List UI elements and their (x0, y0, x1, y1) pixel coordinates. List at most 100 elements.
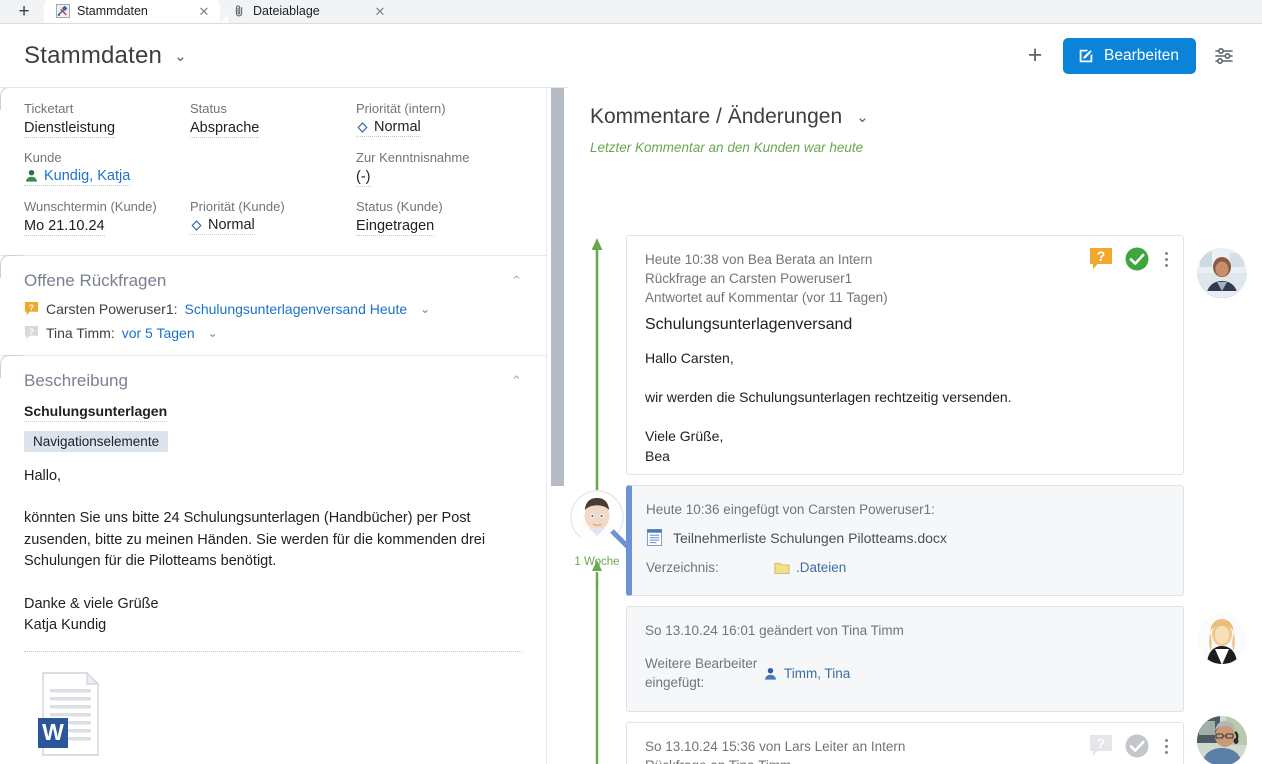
change-value-text: Timm, Tina (784, 665, 851, 681)
tab-dateiablage[interactable]: Dateiablage ✕ (220, 0, 396, 23)
diamond-icon (357, 121, 368, 133)
tools-icon (56, 4, 70, 18)
comment-content: ? So 13.10.24 15:36 von Lars Leiter an I… (627, 723, 1183, 764)
collapse-chevron-icon[interactable]: ⌃ (511, 273, 522, 289)
man-photo-avatar (1197, 716, 1247, 764)
check-circle-icon[interactable] (1124, 246, 1150, 272)
open-query-person: Tina Timm: (46, 324, 115, 341)
activity-timeline: . 1 Woche (568, 235, 634, 764)
tab-stammdaten[interactable]: Stammdaten ✕ (44, 0, 228, 23)
new-tab-button[interactable]: + (4, 0, 44, 23)
svg-text:?: ? (29, 302, 34, 312)
avatar-tina-timm[interactable] (1196, 613, 1248, 665)
avatar-lars-leiter[interactable] (1196, 715, 1248, 764)
blonde-illustration-avatar (1197, 614, 1247, 664)
change-value[interactable]: Timm, Tina (763, 654, 850, 692)
field-value[interactable]: Dienstleistung (24, 120, 116, 138)
add-button[interactable]: + (1015, 36, 1055, 76)
description-card: Beschreibung ⌃ Schulungsunterlagen Navig… (0, 354, 546, 764)
check-circle-icon[interactable] (1124, 733, 1150, 759)
field-value[interactable]: Absprache (190, 120, 260, 138)
tab-label: Stammdaten (77, 4, 148, 18)
details-scrollbar-thumb[interactable] (551, 88, 564, 486)
tab-close-icon[interactable]: ✕ (372, 3, 388, 19)
title-dropdown-caret-icon[interactable]: ⌄ (174, 47, 187, 65)
description-header: Beschreibung ⌃ (24, 356, 522, 397)
attachment-directory-row: Verzeichnis: .Dateien (646, 560, 1167, 575)
section-title: Beschreibung (24, 370, 128, 390)
comment-actions: ? (1088, 246, 1173, 272)
section-title: Offene Rückfragen (24, 270, 167, 290)
comment-content: So 13.10.24 16:01 geändert von Tina Timm… (627, 607, 1183, 708)
svg-text:W: W (42, 719, 64, 745)
comment-content: ? Heute 10:38 von Bea Berata an Intern R… (627, 236, 1183, 482)
comment-subject: Schulungsunterlagenversand (645, 316, 853, 333)
tab-close-icon[interactable]: ✕ (196, 3, 212, 19)
field-prioritaet-intern: Priorität (intern) Normal (356, 101, 522, 139)
comment-card[interactable]: ? Heute 10:38 von Bea Berata an Intern R… (626, 235, 1184, 475)
ticket-field-grid: Ticketart Dienstleistung Status Absprach… (24, 88, 522, 255)
details-scrollbar-track[interactable] (546, 88, 568, 764)
directory-link[interactable]: .Dateien (796, 560, 846, 575)
open-query-caret-icon[interactable]: ⌄ (208, 326, 218, 340)
edit-button-label: Bearbeiten (1104, 46, 1179, 64)
field-label: Status (190, 101, 227, 116)
comment-more-menu-icon[interactable] (1160, 735, 1173, 758)
comment-card-change[interactable]: So 13.10.24 16:01 geändert von Tina Timm… (626, 606, 1184, 712)
field-value[interactable]: Normal (190, 217, 255, 235)
timeline-duration-label: 1 Woche (574, 556, 620, 568)
pencil-edit-icon (1079, 49, 1093, 62)
description-body: Schulungsunterlagen Navigationselemente … (24, 403, 522, 764)
person-icon (26, 169, 37, 182)
field-label: Wunschtermin (Kunde) (24, 199, 157, 214)
open-query-link[interactable]: Schulungsunterlagenversand Heute (185, 301, 408, 317)
open-query-caret-icon[interactable]: ⌄ (420, 302, 430, 316)
open-query-link[interactable]: vor 5 Tagen (122, 325, 195, 341)
timeline-graphic: . (570, 238, 634, 764)
description-greeting: Hallo, (24, 467, 62, 484)
avatar-bea-berata[interactable] (1196, 247, 1248, 299)
main-body: Ticketart Dienstleistung Status Absprach… (0, 87, 1262, 764)
question-badge-icon[interactable]: ? (1088, 733, 1114, 759)
view-settings-button[interactable] (1204, 36, 1244, 76)
woman-photo-avatar (1197, 248, 1247, 298)
svg-text:?: ? (1097, 248, 1106, 264)
folder-icon (774, 562, 790, 574)
field-value[interactable]: Kundig, Katja (24, 167, 131, 186)
description-tag[interactable]: Navigationselemente (24, 430, 169, 452)
change-key: Weitere Bearbeiter eingefügt: (645, 656, 758, 690)
edit-button[interactable]: Bearbeiten (1063, 37, 1196, 74)
description-subject: Schulungsunterlagen (24, 403, 168, 422)
word-doc-icon: W (38, 671, 100, 756)
details-pane: Ticketart Dienstleistung Status Absprach… (0, 87, 568, 764)
comments-title: Kommentare / Änderungen (590, 105, 843, 128)
field-label: Status (Kunde) (356, 199, 443, 214)
field-prioritaet-kunde: Priorität (Kunde) Normal (190, 199, 356, 237)
description-signature: Katja Kundig (24, 617, 107, 633)
comment-card-attachment[interactable]: Heute 10:36 eingefügt von Carsten Poweru… (626, 485, 1184, 596)
comment-actions: ? (1088, 733, 1173, 759)
comment-more-menu-icon[interactable] (1160, 248, 1173, 271)
comments-dropdown-caret-icon[interactable]: ⌄ (856, 108, 869, 126)
description-attachment[interactable]: W Teilnehmerl...tteams.docx (24, 652, 522, 764)
field-ticketart: Ticketart Dienstleistung (24, 101, 190, 139)
attached-file-row[interactable]: Teilnehmerliste Schulungen Pilotteams.do… (646, 529, 1167, 546)
attached-file-name: Teilnehmerliste Schulungen Pilotteams.do… (673, 529, 947, 546)
comment-card[interactable]: ? So 13.10.24 15:36 von Lars Leiter an I… (626, 722, 1184, 764)
field-empty (190, 150, 356, 189)
field-value[interactable]: Mo 21.10.24 (24, 218, 105, 236)
comment-body-line: wir werden die Schulungsunterlagen recht… (645, 389, 1012, 405)
field-value[interactable]: Normal (356, 119, 421, 137)
open-query-row[interactable]: ? Tina Timm: vor 5 Tagen ⌄ (24, 321, 522, 355)
field-status: Status Absprache (190, 101, 356, 139)
field-value[interactable]: (-) (356, 169, 371, 187)
comment-content: Heute 10:36 eingefügt von Carsten Poweru… (632, 486, 1183, 589)
field-value[interactable]: Eingetragen (356, 218, 435, 236)
page-header: Stammdaten ⌄ + Bearbeiten (0, 24, 1262, 87)
field-value-text: Kundig, Katja (44, 167, 131, 184)
open-query-row[interactable]: ? Carsten Poweruser1: Schulungsunterlage… (24, 297, 522, 321)
collapse-chevron-icon[interactable]: ⌃ (511, 373, 522, 389)
question-badge-icon[interactable]: ? (1088, 246, 1114, 272)
comment-meta-line: Antwortet auf Kommentar (vor 11 Tagen) (645, 290, 888, 305)
